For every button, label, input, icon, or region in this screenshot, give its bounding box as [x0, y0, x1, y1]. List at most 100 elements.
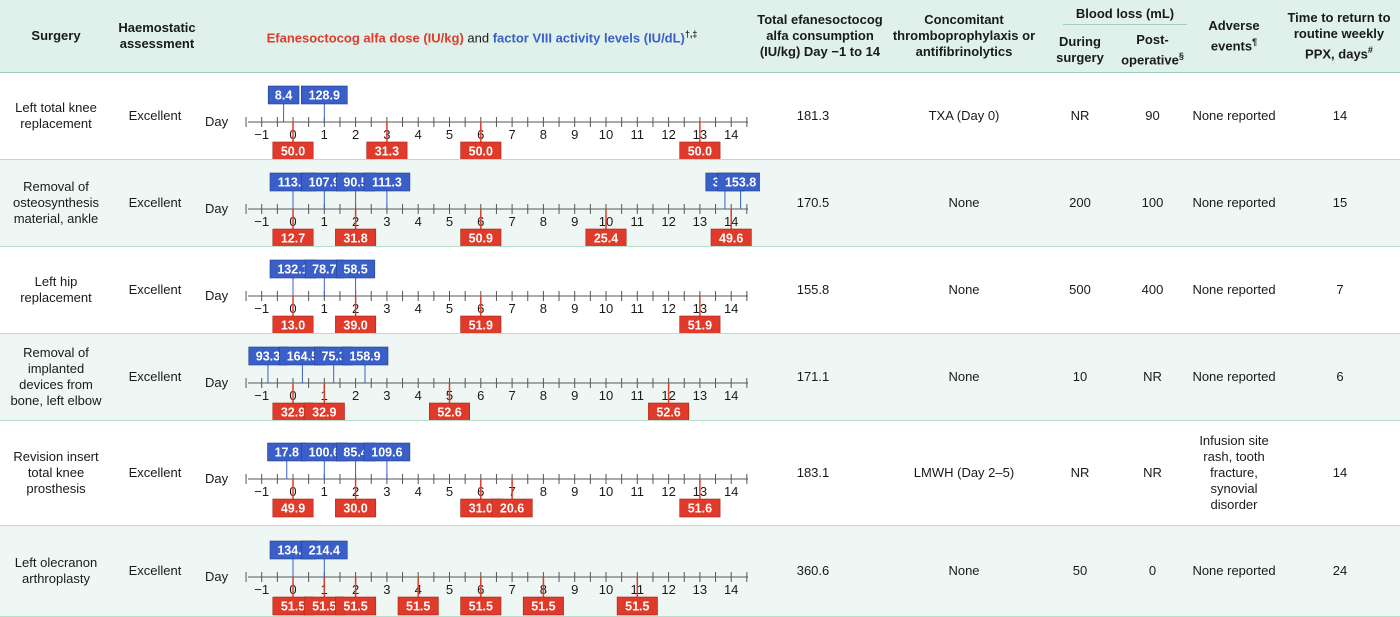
- dose-value: 49.6: [719, 232, 743, 246]
- total-consumption-cell: 155.8: [796, 282, 830, 297]
- table-row: Removal of osteosynthesis material, ankl…: [0, 160, 1400, 246]
- concomitant-cell: None: [948, 195, 980, 210]
- time-to-ppx-cell: 24: [1332, 563, 1348, 578]
- tick-label: 5: [446, 484, 453, 499]
- tick-label: 10: [599, 388, 613, 403]
- tick-label: 12: [661, 484, 675, 499]
- dose-timeline: Day−101234567891011121314113.1107.990.51…: [205, 172, 760, 246]
- tick-label: 3: [383, 582, 390, 597]
- total-consumption-cell: 170.5: [796, 195, 830, 210]
- header-post-mark: §: [1178, 50, 1184, 61]
- tick-label: 9: [571, 484, 578, 499]
- tick-label: 10: [599, 301, 613, 316]
- dose-value: 13.0: [281, 319, 305, 333]
- tick-label: 7: [508, 214, 515, 229]
- fviii-value: 111.3: [372, 176, 402, 190]
- dose-timeline: Day−10123456789101112131493.3164.575.315…: [205, 346, 748, 420]
- surgery-cell: Left olecranon arthroplasty: [14, 555, 98, 586]
- dose-value: 51.9: [469, 319, 493, 333]
- dose-value: 50.0: [469, 145, 493, 159]
- tick-label: 11: [631, 301, 645, 316]
- tick-label: 14: [724, 388, 738, 403]
- tick-label: 7: [508, 127, 515, 142]
- tick-label: −1: [254, 127, 269, 142]
- tick-label: 3: [383, 484, 390, 499]
- tick-label: 2: [352, 127, 359, 142]
- tick-label: 8: [540, 484, 547, 499]
- tick-label: 2: [352, 388, 359, 403]
- dose-value: 20.6: [500, 502, 524, 516]
- blood-loss-post-cell: NR: [1143, 369, 1162, 384]
- header-post: Post-operative§: [1115, 28, 1190, 72]
- blood-loss-post-cell: 0: [1148, 563, 1157, 578]
- haemostatic-cell: Excellent: [128, 282, 182, 297]
- table-row: Left total knee replacement Excellent 181.…: [0, 73, 1400, 159]
- blood-loss-during-cell: 500: [1069, 282, 1091, 297]
- header-time-mark: #: [1367, 44, 1373, 55]
- concomitant-cell: None: [948, 563, 980, 578]
- table-header: Surgery Haemostatic assessment Efanesoct…: [0, 0, 1400, 73]
- header-time: Time to return to routine weekly PPX, da…: [1280, 0, 1398, 72]
- dose-value: 32.9: [281, 406, 305, 420]
- dose-value: 51.5: [281, 600, 305, 614]
- time-to-ppx-cell: 6: [1336, 369, 1344, 384]
- header-adverse: Adverse events¶: [1190, 0, 1278, 72]
- dose-value: 51.9: [688, 319, 712, 333]
- haemostatic-cell: Excellent: [128, 465, 182, 480]
- tick-label: 4: [415, 388, 422, 403]
- tick-label: 10: [599, 582, 613, 597]
- tick-label: 10: [599, 484, 613, 499]
- surgery-cell: Left total knee replacement: [15, 100, 97, 131]
- surgery-cell: Removal of implanted devices from bone, …: [10, 345, 102, 408]
- dose-value: 30.0: [343, 502, 367, 516]
- dose-value: 50.0: [688, 145, 712, 159]
- tick-label: −1: [254, 214, 269, 229]
- time-to-ppx-cell: 14: [1332, 465, 1348, 480]
- tick-label: 4: [415, 127, 422, 142]
- dose-value: 51.6: [688, 502, 712, 516]
- total-consumption-cell: 360.6: [796, 563, 830, 578]
- fviii-value: 153.8: [725, 176, 756, 190]
- fviii-value: 17.8: [275, 446, 299, 460]
- blood-loss-during-cell: 200: [1069, 195, 1091, 210]
- table-row: Revision insert total knee prosthesis Exc…: [0, 421, 1400, 525]
- dose-timeline: Day−1012345678910111213148.4128.950.031.…: [205, 85, 748, 159]
- dose-value: 39.0: [343, 319, 367, 333]
- dose-value: 49.9: [281, 502, 305, 516]
- time-to-ppx-cell: 15: [1332, 195, 1348, 210]
- dose-timeline: Day−10123456789101112131417.8100.685.410…: [205, 442, 748, 518]
- tick-label: 9: [571, 127, 578, 142]
- tick-label: 7: [508, 582, 515, 597]
- tick-label: 14: [724, 301, 738, 316]
- tick-label: 9: [571, 214, 578, 229]
- tick-label: 14: [724, 127, 738, 142]
- total-consumption-cell: 183.1: [796, 465, 830, 480]
- dose-value: 31.3: [375, 145, 399, 159]
- fviii-value: 93.3: [256, 350, 280, 364]
- header-total: Total efanesoctocog alfa consumption (IU…: [757, 12, 883, 59]
- concomitant-cell: LMWH (Day 2–5): [913, 465, 1015, 480]
- adverse-events-cell: None reported: [1192, 282, 1276, 297]
- adverse-events-cell: None reported: [1192, 563, 1276, 578]
- dose-value: 50.0: [281, 145, 305, 159]
- tick-label: −1: [254, 388, 269, 403]
- day-label: Day: [205, 114, 229, 129]
- tick-label: 8: [540, 301, 547, 316]
- surgery-cell: Revision insert total knee prosthesis: [13, 449, 99, 496]
- adverse-events-cell: None reported: [1192, 195, 1276, 210]
- dose-value: 50.9: [469, 232, 493, 246]
- tick-label: 5: [446, 301, 453, 316]
- dose-value: 25.4: [594, 232, 618, 246]
- tick-label: 5: [446, 127, 453, 142]
- tick-label: 14: [724, 484, 738, 499]
- surgery-cell: Left hip replacement: [20, 274, 92, 305]
- dose-value: 51.5: [469, 600, 493, 614]
- blood-loss-divider: [1063, 24, 1187, 25]
- dose-value: 51.5: [406, 600, 430, 614]
- tick-label: 9: [571, 301, 578, 316]
- tick-label: 8: [540, 388, 547, 403]
- haemostatic-cell: Excellent: [128, 563, 182, 578]
- tick-label: 11: [631, 388, 645, 403]
- header-during: During surgery: [1056, 34, 1104, 65]
- fviii-value: 78.7: [312, 263, 336, 277]
